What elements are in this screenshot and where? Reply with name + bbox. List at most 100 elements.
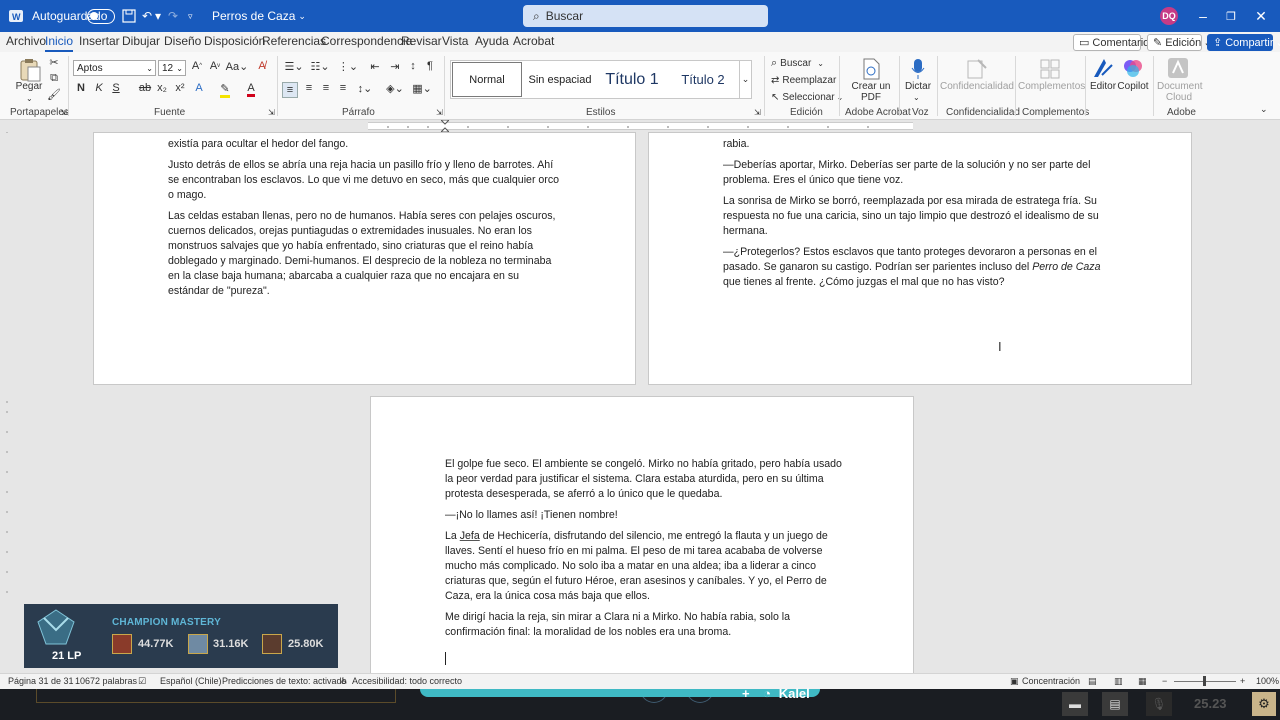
numbering-icon[interactable]: ☷⌄ — [310, 60, 330, 73]
bullets-icon[interactable]: ☰⌄ — [284, 60, 304, 73]
chevron-down-icon[interactable]: ⌄ — [913, 93, 920, 102]
print-layout-icon[interactable]: ▥ — [1114, 676, 1123, 687]
redo-icon[interactable]: ↷ — [168, 0, 178, 32]
addins-icon[interactable] — [1038, 57, 1062, 81]
tab-correspondencia[interactable]: Correspondencia — [321, 34, 412, 48]
sensitivity-icon[interactable] — [965, 57, 989, 81]
editing-mode-button[interactable]: ✎ Edición ⌄ — [1147, 34, 1213, 51]
paragraph-mark-icon[interactable]: ¶ — [424, 60, 436, 72]
autosave-toggle[interactable] — [87, 0, 115, 32]
cut-icon[interactable]: ✂ — [48, 56, 60, 69]
dialog-launcher-icon[interactable]: ⇲ — [754, 108, 761, 117]
chat-icon[interactable]: ▬ — [1062, 692, 1088, 716]
text-predictions[interactable]: Predicciones de texto: activado — [222, 676, 347, 686]
font-color-icon[interactable]: A — [245, 82, 257, 97]
language[interactable]: Español (Chile) — [160, 676, 222, 686]
sort-icon[interactable]: ↕ — [406, 60, 420, 72]
font-size-combo[interactable]: 12 ⌄ — [158, 60, 186, 76]
tab-dibujar[interactable]: Dibujar — [122, 34, 160, 48]
web-layout-icon[interactable]: ▦ — [1138, 676, 1147, 687]
dialog-launcher-icon[interactable]: ⇲ — [268, 108, 275, 117]
tab-insertar[interactable]: Insertar — [79, 34, 120, 48]
undo-icon[interactable]: ↶ — [142, 0, 152, 32]
dialog-launcher-icon[interactable]: ⇲ — [60, 108, 67, 117]
strikethrough-icon[interactable]: ab — [139, 82, 151, 94]
spellcheck-flagged-word[interactable]: Jefa — [460, 530, 480, 542]
page-count[interactable]: Página 31 de 31 — [8, 676, 74, 686]
shading-icon[interactable]: ◈⌄ — [385, 82, 405, 95]
share-button[interactable]: ⇪ Compartir ⌄ — [1207, 34, 1280, 51]
tab-inicio[interactable]: Inicio — [45, 34, 74, 52]
zoom-out-icon[interactable]: − — [1162, 676, 1167, 686]
text-effects-icon[interactable]: A — [193, 82, 205, 94]
collapse-ribbon-icon[interactable]: ⌄ — [1260, 104, 1268, 115]
tab-vista[interactable]: Vista — [442, 34, 468, 48]
style-heading-1[interactable]: Título 1 — [598, 62, 666, 97]
save-icon[interactable] — [122, 0, 136, 32]
clear-formatting-icon[interactable]: A̸ — [255, 60, 269, 72]
align-center-icon[interactable]: ≡ — [302, 82, 316, 94]
tab-archivo[interactable]: Archivo — [6, 34, 46, 48]
decrease-indent-icon[interactable]: ⇤ — [368, 60, 382, 73]
zoom-slider-thumb[interactable] — [1203, 676, 1206, 686]
format-painter-icon[interactable]: 🖌 — [47, 88, 61, 101]
styles-more-icon[interactable]: ⌄ — [739, 60, 752, 99]
accessibility-status[interactable]: Accesibilidad: todo correcto — [352, 676, 462, 686]
change-case-icon[interactable]: Aa⌄ — [226, 60, 249, 73]
read-mode-icon[interactable]: ▤ — [1088, 676, 1097, 687]
ruler-track[interactable] — [368, 122, 913, 130]
style-normal[interactable]: Normal — [452, 62, 522, 97]
multilevel-list-icon[interactable]: ⋮⌄ — [338, 60, 358, 73]
select-button[interactable]: ↖ Seleccionar ⌄ — [771, 90, 843, 104]
shrink-font-icon[interactable]: Av — [208, 60, 222, 72]
settings-gear-icon[interactable]: ⚙ — [1252, 692, 1276, 716]
search-box[interactable]: ⌕ Buscar — [523, 5, 768, 27]
restore-icon[interactable]: ❐ — [1214, 0, 1248, 32]
avatar[interactable]: DQ — [1160, 7, 1178, 25]
copilot-icon[interactable] — [1122, 56, 1144, 80]
document-cloud-icon[interactable] — [1167, 56, 1189, 80]
tab-diseno[interactable]: Diseño — [164, 34, 201, 48]
replace-button[interactable]: ⇄ Reemplazar — [771, 73, 836, 87]
tab-acrobat[interactable]: Acrobat — [513, 34, 554, 48]
copy-icon[interactable]: ⧉ — [48, 72, 60, 85]
style-heading-2[interactable]: Título 2 — [668, 62, 738, 97]
find-button[interactable]: ⌕ Buscar ⌄ — [771, 56, 824, 70]
friend-name[interactable]: + ◔ Kalel — [742, 686, 810, 701]
superscript-icon[interactable]: x² — [175, 82, 185, 94]
paste-icon[interactable] — [18, 57, 42, 83]
subscript-icon[interactable]: x₂ — [157, 82, 167, 94]
tab-ayuda[interactable]: Ayuda — [475, 34, 509, 48]
style-no-spacing[interactable]: Sin espaciad — [524, 62, 596, 97]
italic-icon[interactable]: K — [94, 82, 104, 94]
grow-font-icon[interactable]: A ^ — [190, 60, 204, 72]
zoom-in-icon[interactable]: + — [1240, 676, 1245, 686]
bold-icon[interactable]: N — [76, 82, 86, 94]
comments-button[interactable]: ▭ Comentarios — [1073, 34, 1155, 51]
microphone-icon[interactable] — [908, 57, 928, 81]
zoom-level[interactable]: 100% — [1256, 676, 1279, 686]
tab-referencias[interactable]: Referencias — [262, 34, 326, 48]
borders-icon[interactable]: ▦⌄ — [412, 82, 432, 95]
underline-icon[interactable]: S — [111, 82, 121, 94]
mic-icon[interactable]: 🎙 — [1146, 692, 1172, 716]
focus-mode[interactable]: Concentración — [1022, 676, 1080, 686]
highlight-icon[interactable]: ✎ — [218, 82, 232, 98]
proofing-icon[interactable]: ☑ — [138, 676, 146, 687]
close-icon[interactable]: ✕ — [1244, 0, 1278, 32]
document-title[interactable]: Perros de Caza ⌄ — [212, 0, 306, 32]
chevron-down-icon[interactable]: ▾ — [155, 0, 161, 32]
indent-marker-icon[interactable] — [439, 119, 451, 133]
editor-icon[interactable] — [1092, 56, 1114, 80]
line-spacing-icon[interactable]: ↕⌄ — [355, 82, 375, 95]
customize-toolbar-icon[interactable]: ▿ — [188, 0, 193, 32]
tab-disposicion[interactable]: Disposición — [204, 34, 265, 48]
create-pdf-icon[interactable] — [860, 57, 882, 81]
justify-icon[interactable]: ≡ — [336, 82, 350, 94]
dialog-launcher-icon[interactable]: ⇲ — [436, 108, 443, 117]
align-right-icon[interactable]: ≡ — [319, 82, 333, 94]
chevron-down-icon[interactable]: ⌄ — [26, 94, 33, 103]
increase-indent-icon[interactable]: ⇥ — [388, 60, 402, 73]
tab-revisar[interactable]: Revisar — [401, 34, 442, 48]
align-left-icon[interactable]: ≡ — [282, 82, 298, 98]
